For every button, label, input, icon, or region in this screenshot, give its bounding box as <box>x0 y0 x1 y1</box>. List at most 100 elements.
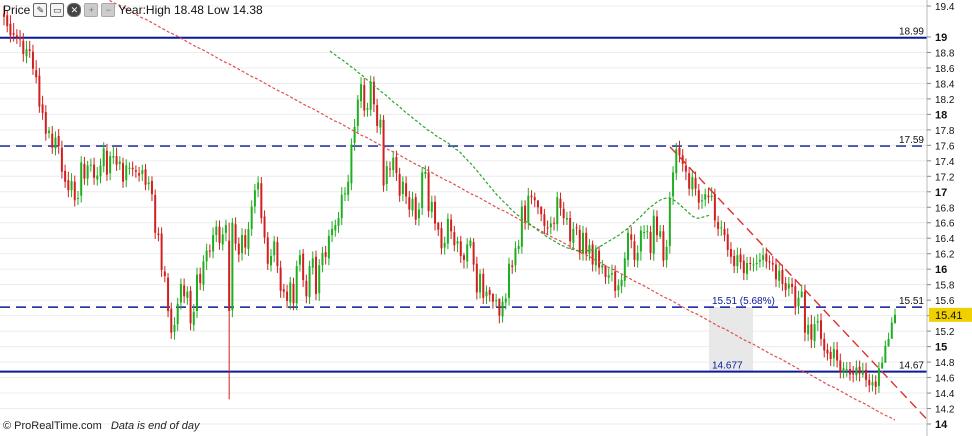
candle-body <box>83 163 86 179</box>
candle-body <box>157 233 160 236</box>
zoom-out-icon[interactable]: − <box>101 3 116 17</box>
candle-body <box>199 273 202 284</box>
candle-body <box>408 197 411 210</box>
candle-body <box>417 209 420 219</box>
candle-body <box>530 195 533 198</box>
candle-body <box>350 144 353 184</box>
candle-body <box>848 369 851 375</box>
price-chart[interactable]: 18.9917.5915.5114.6715.51 (5.68%)14.677 … <box>0 0 972 436</box>
candle-body <box>868 379 871 386</box>
candle-body <box>623 258 626 281</box>
candle-body <box>742 260 745 274</box>
candle-body <box>672 172 675 197</box>
candle-body <box>125 165 128 181</box>
candle-body <box>501 301 504 317</box>
candle-body <box>224 225 227 233</box>
candle-body <box>379 119 382 128</box>
candle-body <box>208 250 211 252</box>
candle-body <box>736 255 739 267</box>
candle-body <box>569 218 572 242</box>
candle-body <box>260 183 263 219</box>
candle-body <box>453 232 456 246</box>
candle-body <box>183 285 186 297</box>
wrench-icon[interactable]: ✎ <box>33 3 48 17</box>
candle-body <box>102 148 105 167</box>
candle-body <box>311 258 314 268</box>
candle-body <box>688 173 691 189</box>
candle-body <box>816 321 819 323</box>
candle-body <box>871 382 874 386</box>
candle-body <box>15 35 18 37</box>
candle-body <box>427 172 430 212</box>
candle-body <box>25 49 28 57</box>
candle-body <box>446 218 449 244</box>
candle-body <box>729 249 732 257</box>
y-tick-label: 15.6 <box>935 296 955 307</box>
candle-body <box>115 156 118 165</box>
close-icon[interactable]: ✕ <box>67 3 82 17</box>
candle-body <box>257 182 260 190</box>
candle-body <box>86 165 89 179</box>
y-tick-label: 17.2 <box>935 172 955 183</box>
candle-body <box>192 311 195 325</box>
candle-body <box>298 255 301 265</box>
candle-body <box>405 183 408 197</box>
candle-body <box>150 180 153 195</box>
candle-body <box>765 253 768 262</box>
window-icon[interactable]: ▭ <box>50 3 65 17</box>
candle-body <box>189 290 192 324</box>
candle-body <box>752 264 755 266</box>
candle-body <box>459 241 462 257</box>
candle-body <box>852 372 855 375</box>
candle-body <box>392 157 395 171</box>
candle-body <box>382 119 385 186</box>
candle-body <box>527 195 530 223</box>
candle-body <box>247 228 250 250</box>
candle-body <box>154 194 157 233</box>
candle-body <box>118 161 121 164</box>
level-label: 15.51 <box>899 296 924 307</box>
candle-body <box>646 231 649 233</box>
candle-body <box>279 267 282 291</box>
candle-body <box>549 223 552 228</box>
candle-body <box>38 75 41 107</box>
candle-body <box>488 290 491 295</box>
candle-body <box>228 240 231 311</box>
y-tick-label: 18 <box>935 109 947 121</box>
candle-body <box>762 255 765 260</box>
candle-body <box>508 263 511 298</box>
candle-body <box>440 228 443 249</box>
candle-body <box>131 167 134 170</box>
candle-body <box>739 254 742 263</box>
y-tick-label: 18.4 <box>935 79 955 90</box>
candle-body <box>44 112 47 134</box>
candle-body <box>636 252 639 261</box>
y-tick-label: 16.8 <box>935 203 955 214</box>
candle-body <box>717 221 720 229</box>
candle-body <box>273 241 276 256</box>
candle-body <box>353 126 356 144</box>
candle-body <box>813 324 816 342</box>
candle-body <box>865 369 868 380</box>
candle-body <box>163 271 166 277</box>
y-tick-label: 18.8 <box>935 48 955 59</box>
y-tick-label: 14.8 <box>935 358 955 369</box>
candle-body <box>54 137 57 149</box>
candle-body <box>749 262 752 264</box>
candle-body <box>755 262 758 264</box>
candle-body <box>588 245 591 254</box>
y-tick-label: 17.6 <box>935 141 955 152</box>
candle-body <box>469 240 472 246</box>
candle-body <box>195 274 198 311</box>
candle-body <box>591 244 594 265</box>
y-tick-label: 18.6 <box>935 64 955 75</box>
candle-body <box>803 291 806 333</box>
candle-body <box>99 165 102 177</box>
candle-body <box>784 283 787 291</box>
candle-body <box>179 283 182 303</box>
candle-body <box>96 175 99 180</box>
candle-body <box>694 177 697 189</box>
candle-body <box>710 195 713 198</box>
zoom-in-icon[interactable]: + <box>84 3 99 17</box>
candle-body <box>70 180 73 191</box>
